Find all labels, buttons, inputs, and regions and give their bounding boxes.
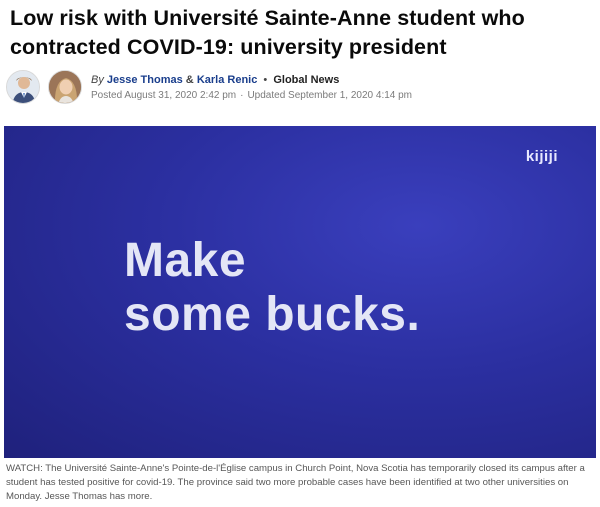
updated-date: Updated September 1, 2020 4:14 pm: [247, 90, 413, 101]
author-avatar-karla-renic[interactable]: [48, 70, 82, 104]
date-separator: ·: [240, 90, 244, 101]
author-link-jesse-thomas[interactable]: Jesse Thomas: [107, 74, 183, 86]
article-page: Low risk with Université Sainte-Anne stu…: [0, 0, 600, 507]
byline: By Jesse Thomas & Karla Renic • Global N…: [6, 70, 596, 110]
posted-date: Posted August 31, 2020 2:42 pm: [91, 90, 237, 101]
byline-separator: •: [263, 74, 268, 86]
kijiji-logo: kijiji: [525, 148, 558, 165]
author-link-karla-renic[interactable]: Karla Renic: [197, 74, 258, 86]
video-caption: WATCH: The Université Sainte-Anne's Poin…: [6, 463, 585, 502]
ad-slogan-line-1: Make: [124, 234, 247, 287]
byline-ampersand: &: [185, 74, 194, 86]
author-photo-icon: [49, 71, 81, 103]
ad-slogan-line-2: some bucks.: [124, 288, 421, 341]
byline-authors: By Jesse Thomas & Karla Renic • Global N…: [91, 74, 339, 86]
byline-by: By: [91, 74, 104, 86]
outlet-name: Global News: [273, 74, 340, 86]
video-player[interactable]: kijiji Make some bucks.: [4, 126, 596, 458]
byline-dates: Posted August 31, 2020 2:42 pm · Updated S…: [91, 90, 412, 101]
author-photo-icon: [7, 71, 39, 103]
headline: Low risk with Université Sainte-Anne stu…: [10, 6, 525, 59]
ad-slogan: Make some bucks.: [124, 234, 420, 342]
author-avatar-jesse-thomas[interactable]: [6, 70, 40, 104]
